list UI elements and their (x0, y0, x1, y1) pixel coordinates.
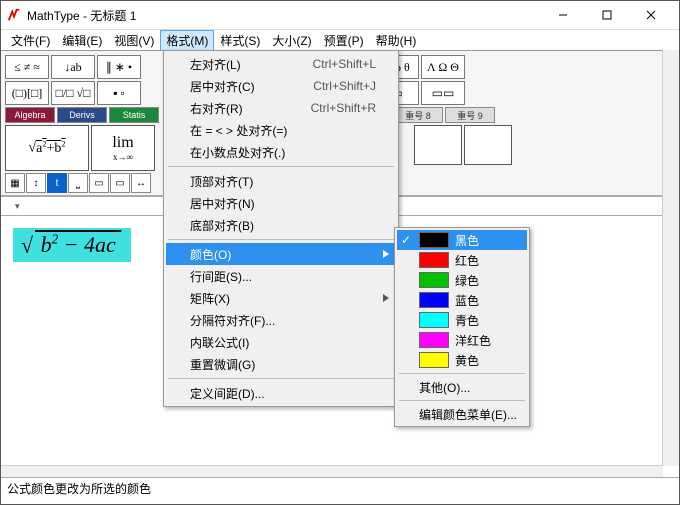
close-button[interactable] (629, 1, 673, 29)
menu-separator (168, 378, 394, 379)
color-edit-menu[interactable]: 编辑颜色菜单(E)... (397, 404, 527, 424)
mini-tool[interactable]: ↕ (26, 173, 46, 193)
color-swatch (419, 352, 449, 368)
color-green[interactable]: 绿色 (397, 270, 527, 290)
mini-tool[interactable]: ↔ (131, 173, 151, 193)
ruler-marker: ▾ (15, 201, 20, 212)
submenu-arrow-icon (382, 293, 390, 303)
menu-help[interactable]: 帮助(H) (370, 30, 423, 51)
color-swatch (419, 312, 449, 328)
symbol-palette[interactable]: ∥ ∗ • (97, 55, 141, 79)
status-bar: 公式颜色更改为所选的颜色 (1, 477, 679, 504)
symbol-palette[interactable]: ≤ ≠ ≈ (5, 55, 49, 79)
template-palette[interactable]: ▪ ▫ (97, 81, 141, 105)
menu-valign-middle[interactable]: 居中对齐(N) (166, 192, 396, 214)
symbol-palette[interactable]: Λ Ω Θ (421, 55, 465, 79)
menu-inline[interactable]: 内联公式(I) (166, 331, 396, 353)
color-other[interactable]: 其他(O)... (397, 377, 527, 397)
color-label: 黄色 (455, 352, 479, 369)
color-swatch (419, 332, 449, 348)
menu-matrix[interactable]: 矩阵(X) (166, 287, 396, 309)
template-palette[interactable]: □/□ √□ (51, 81, 95, 105)
tab-preset[interactable]: 重号 8 (393, 107, 443, 123)
menu-style[interactable]: 样式(S) (214, 30, 266, 51)
menu-size[interactable]: 大小(Z) (266, 30, 317, 51)
menu-bar: 文件(F) 编辑(E) 视图(V) 格式(M) 样式(S) 大小(Z) 预置(P… (1, 30, 679, 51)
lim-label: lim (112, 134, 133, 152)
menu-align-at[interactable]: 在 = < > 处对齐(=) (166, 119, 396, 141)
window-title: MathType - 无标题 1 (27, 7, 541, 24)
menu-valign-bottom[interactable]: 底部对齐(B) (166, 214, 396, 236)
color-black[interactable]: ✓ 黑色 (397, 230, 527, 250)
tab-algebra[interactable]: Algebra (5, 107, 55, 123)
mini-tool[interactable]: ▦ (5, 173, 25, 193)
menu-edit[interactable]: 编辑(E) (56, 30, 108, 51)
formula-selection[interactable]: √ b2 − 4ac (13, 228, 131, 262)
menu-valign-top[interactable]: 顶部对齐(T) (166, 170, 396, 192)
menu-align-decimal[interactable]: 在小数点处对齐(.) (166, 141, 396, 163)
menu-line-spacing[interactable]: 行间距(S)... (166, 265, 396, 287)
mini-tool[interactable]: ▭ (110, 173, 130, 193)
template-palette[interactable]: (□)[□] (5, 81, 49, 105)
tab-preset[interactable]: 重号 9 (445, 107, 495, 123)
color-submenu: ✓ 黑色 红色 绿色 蓝色 青色 洋红色 黄色 其他(O)... 编辑颜色菜单(… (394, 227, 530, 427)
lim-sub: x→∞ (113, 152, 133, 162)
color-magenta[interactable]: 洋红色 (397, 330, 527, 350)
color-yellow[interactable]: 黄色 (397, 350, 527, 370)
menu-align-right[interactable]: 右对齐(R)Ctrl+Shift+R (166, 97, 396, 119)
mini-tool[interactable]: ⎵ (68, 173, 88, 193)
menu-separator (168, 239, 394, 240)
menu-separator (399, 400, 525, 401)
color-red[interactable]: 红色 (397, 250, 527, 270)
menu-color[interactable]: 颜色(O) (166, 243, 396, 265)
color-cyan[interactable]: 青色 (397, 310, 527, 330)
menu-fence-align[interactable]: 分隔符对齐(F)... (166, 309, 396, 331)
status-text: 公式颜色更改为所选的颜色 (7, 482, 151, 496)
menu-view[interactable]: 视图(V) (108, 30, 160, 51)
color-swatch (419, 292, 449, 308)
format-menu-dropdown: 左对齐(L)Ctrl+Shift+L 居中对齐(C)Ctrl+Shift+J 右… (163, 50, 399, 407)
menu-align-left[interactable]: 左对齐(L)Ctrl+Shift+L (166, 53, 396, 75)
template-palette[interactable]: ▭▭ (421, 81, 465, 105)
menu-reset-nudge[interactable]: 重置微调(G) (166, 353, 396, 375)
app-window: MathType - 无标题 1 文件(F) 编辑(E) 视图(V) 格式(M)… (0, 0, 680, 505)
preset-lim[interactable]: lim x→∞ (91, 125, 155, 171)
submenu-arrow-icon (382, 249, 390, 259)
color-label: 红色 (455, 252, 479, 269)
menu-file[interactable]: 文件(F) (5, 30, 56, 51)
color-label: 蓝色 (455, 292, 479, 309)
menu-define-spacing[interactable]: 定义间距(D)... (166, 382, 396, 404)
app-logo-icon (7, 8, 21, 22)
menu-separator (168, 166, 394, 167)
title-bar: MathType - 无标题 1 (1, 1, 679, 30)
preset-slot[interactable] (414, 125, 462, 165)
preset-sqrt[interactable]: √a2+b2 (5, 125, 89, 171)
color-label: 其他(O)... (419, 379, 470, 396)
tab-statis[interactable]: Statis (109, 107, 159, 123)
color-label: 绿色 (455, 272, 479, 289)
mini-tool-selected[interactable]: t (47, 173, 67, 193)
vertical-scrollbar[interactable] (662, 50, 679, 466)
color-label: 黑色 (455, 232, 479, 249)
color-swatch (419, 272, 449, 288)
preset-slot[interactable] (464, 125, 512, 165)
color-label: 编辑颜色菜单(E)... (419, 406, 517, 423)
tab-derivs[interactable]: Derivs (57, 107, 107, 123)
mini-tool[interactable]: ▭ (89, 173, 109, 193)
menu-separator (399, 373, 525, 374)
minimize-button[interactable] (541, 1, 585, 29)
check-icon: ✓ (401, 233, 411, 247)
menu-format[interactable]: 格式(M) (160, 30, 214, 51)
maximize-button[interactable] (585, 1, 629, 29)
color-label: 洋红色 (455, 332, 491, 349)
color-swatch (419, 232, 449, 248)
menu-preset[interactable]: 预置(P) (318, 30, 370, 51)
color-blue[interactable]: 蓝色 (397, 290, 527, 310)
symbol-palette[interactable]: ↓ab (51, 55, 95, 79)
color-swatch (419, 252, 449, 268)
color-label: 青色 (455, 312, 479, 329)
menu-align-center[interactable]: 居中对齐(C)Ctrl+Shift+J (166, 75, 396, 97)
